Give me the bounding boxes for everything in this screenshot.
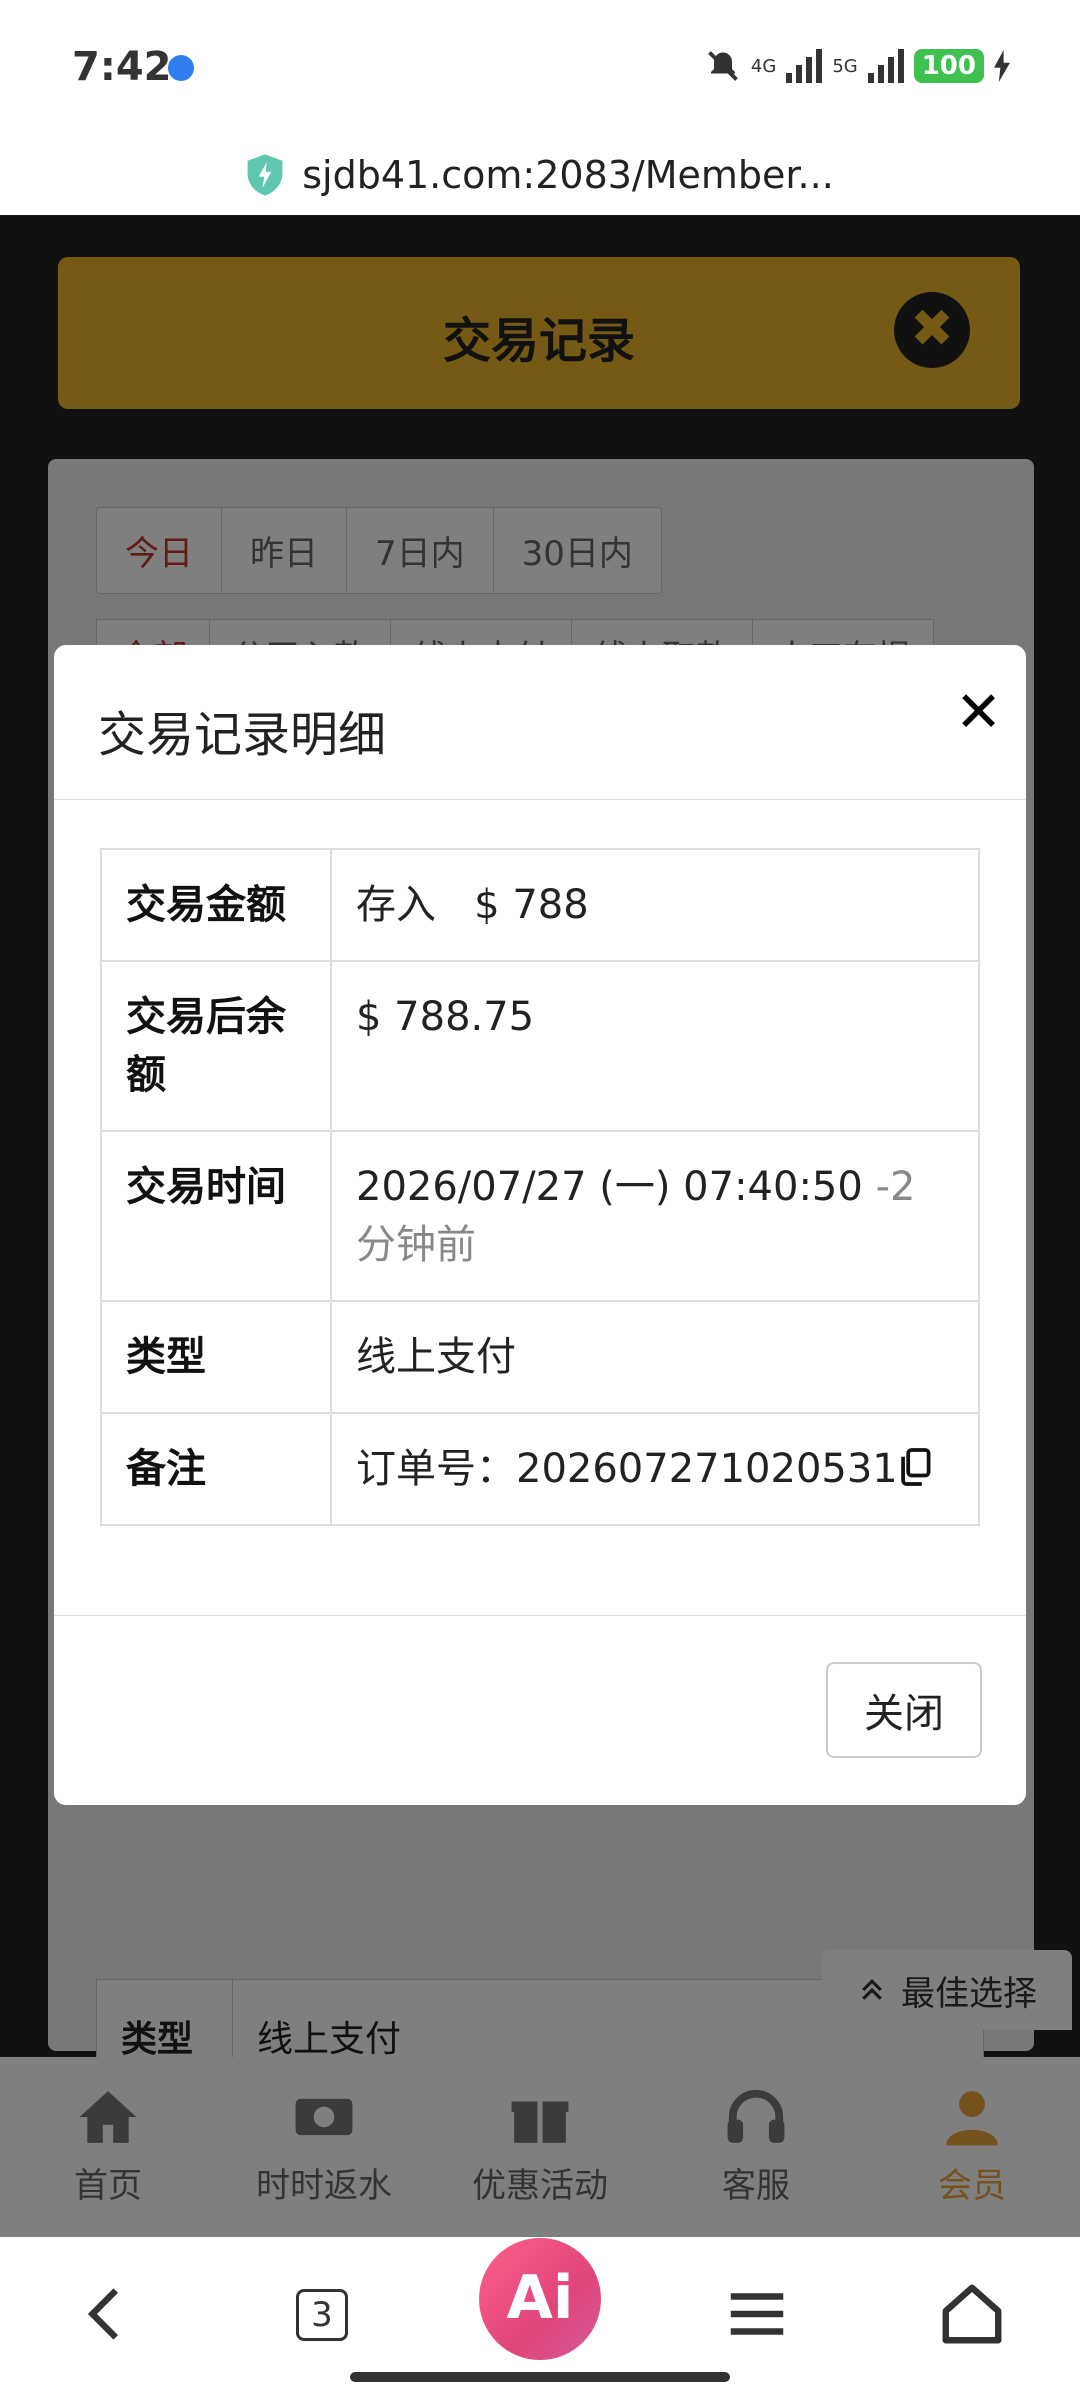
detail-table: 交易金额 存入 $ 788 交易后余额 $ 788.75 交易时间 2026/0…	[100, 848, 980, 1526]
transaction-type: 存入	[356, 882, 436, 928]
category-label: 类型	[100, 1300, 332, 1414]
time-label: 交易时间	[100, 1130, 332, 1302]
menu-icon[interactable]	[722, 2279, 792, 2349]
url-text[interactable]: sjdb41.com:2083/Member...	[302, 153, 834, 197]
amount-label: 交易金额	[100, 848, 332, 962]
network-5g-label: 5G	[832, 55, 858, 77]
modal-footer: 关闭	[54, 1615, 1026, 1805]
modal-title: 交易记录明细	[98, 707, 387, 763]
table-row: 交易时间 2026/07/27 (一) 07:40:50 -2 分钟前	[100, 1130, 980, 1302]
balance-value: $ 788.75	[330, 960, 980, 1132]
time-value-cell: 2026/07/27 (一) 07:40:50 -2 分钟前	[330, 1130, 980, 1302]
home-indicator[interactable]	[350, 2372, 730, 2382]
transaction-detail-modal: 交易记录明细 ✕ 交易金额 存入 $ 788 交易后余额 $ 788.75 交易…	[54, 645, 1026, 1805]
note-label: 备注	[100, 1412, 332, 1526]
table-row: 类型 线上支付	[100, 1300, 980, 1414]
time-value: 2026/07/27 (一) 07:40:50	[356, 1164, 863, 1210]
table-row: 交易后余额 $ 788.75	[100, 960, 980, 1132]
ai-assistant-button[interactable]: Ai	[479, 2238, 601, 2360]
note-value-cell: 订单号：202607271020531	[330, 1412, 980, 1526]
modal-body: 交易金额 存入 $ 788 交易后余额 $ 788.75 交易时间 2026/0…	[54, 800, 1026, 1574]
balance-label: 交易后余额	[100, 960, 332, 1132]
app-notification-icon	[168, 55, 194, 81]
back-arrow-icon[interactable]	[72, 2279, 142, 2349]
status-icons: 4G 5G 100	[705, 48, 1010, 84]
battery-indicator: 100	[913, 49, 984, 83]
table-row: 交易金额 存入 $ 788	[100, 848, 980, 962]
table-row: 备注 订单号：202607271020531	[100, 1412, 980, 1526]
home-icon[interactable]	[937, 2279, 1007, 2349]
copy-icon[interactable]	[898, 1448, 932, 1486]
signal-icon	[786, 49, 823, 83]
category-value: 线上支付	[330, 1300, 980, 1414]
signal-icon-2	[867, 49, 904, 83]
mute-bell-icon	[708, 51, 738, 81]
order-number: 订单号：202607271020531	[356, 1446, 898, 1492]
amount-value: $ 788	[474, 882, 589, 928]
modal-header: 交易记录明细 ✕	[54, 645, 1026, 800]
status-time: 7:42	[72, 44, 172, 90]
status-bar: 7:42 4G 5G 100	[0, 0, 1080, 135]
close-icon[interactable]: ✕	[955, 685, 1002, 741]
url-bar[interactable]: sjdb41.com:2083/Member...	[0, 135, 1080, 215]
network-4g-label: 4G	[750, 55, 777, 77]
close-button[interactable]: 关闭	[826, 1662, 982, 1758]
charging-icon	[994, 50, 1010, 82]
amount-value-cell: 存入 $ 788	[330, 848, 980, 962]
tab-count-button[interactable]: 3	[296, 2289, 348, 2341]
shield-icon	[247, 154, 283, 196]
